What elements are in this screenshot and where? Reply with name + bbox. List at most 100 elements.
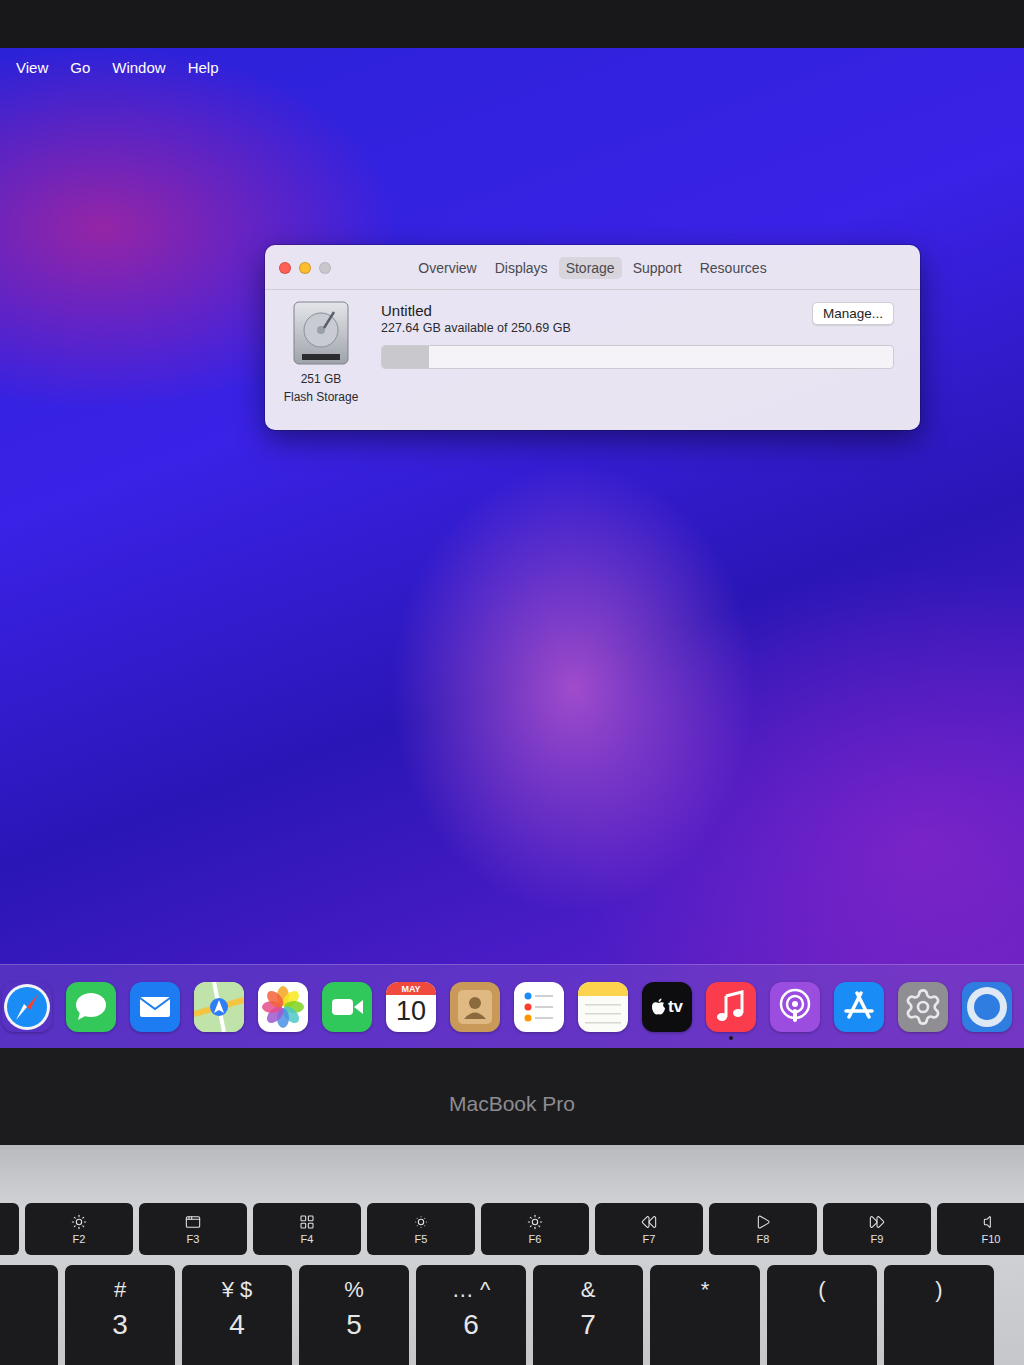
- dock-item[interactable]: [834, 974, 884, 1040]
- safari-tile[interactable]: [2, 982, 52, 1032]
- keyboard-light-up-icon: [527, 1214, 543, 1230]
- dock-item[interactable]: [706, 974, 756, 1040]
- number-key[interactable]: (: [767, 1265, 877, 1365]
- dock-item[interactable]: [2, 974, 52, 1040]
- music-tile[interactable]: [706, 982, 756, 1032]
- dock-item[interactable]: [66, 974, 116, 1040]
- dock-item[interactable]: tv: [642, 974, 692, 1040]
- app-store-icon: [834, 982, 884, 1032]
- number-key[interactable]: #3: [65, 1265, 175, 1365]
- calendar-icon[interactable]: MAY10: [386, 982, 436, 1032]
- menu-item[interactable]: View: [16, 59, 48, 79]
- function-key[interactable]: F6: [481, 1203, 589, 1255]
- disk-summary: 251 GBFlash Storage: [281, 298, 361, 404]
- function-row: F2 F3 F4F5F6F7F8 F9 F10: [0, 1203, 1024, 1255]
- running-indicator: [281, 1036, 285, 1040]
- dock-item[interactable]: [770, 974, 820, 1040]
- settings-tile[interactable]: [898, 982, 948, 1032]
- function-key[interactable]: F2: [25, 1203, 133, 1255]
- function-key[interactable]: F8: [709, 1203, 817, 1255]
- notes-tile[interactable]: [578, 982, 628, 1032]
- running-indicator: [153, 1036, 157, 1040]
- key-label: F9: [871, 1233, 884, 1245]
- menu-item[interactable]: Help: [188, 59, 219, 79]
- key-bottom-legend: 5: [346, 1309, 362, 1341]
- calendar-day: 10: [396, 995, 426, 1027]
- dock-item[interactable]: [450, 974, 500, 1040]
- function-key[interactable]: F9: [823, 1203, 931, 1255]
- key-bottom-legend: 7: [580, 1309, 596, 1341]
- key-top-legend: … ^: [452, 1277, 490, 1303]
- maps-icon: [194, 982, 244, 1032]
- menu-item[interactable]: Window: [112, 59, 165, 79]
- running-indicator: [921, 1036, 925, 1040]
- tab[interactable]: Storage: [559, 257, 622, 279]
- dock-item[interactable]: [514, 974, 564, 1040]
- tab[interactable]: Displays: [488, 257, 555, 279]
- zoom-button: [319, 262, 331, 274]
- key-label: F3: [187, 1233, 200, 1245]
- disk-detail: 227.64 GB available of 250.69 GB: [381, 321, 894, 335]
- number-key[interactable]: ¥ $4: [182, 1265, 292, 1365]
- number-key[interactable]: %5: [299, 1265, 409, 1365]
- facetime-tile[interactable]: [322, 982, 372, 1032]
- minimize-button[interactable]: [299, 262, 311, 274]
- contacts-tile[interactable]: [450, 982, 500, 1032]
- tv-label: tv: [668, 997, 683, 1017]
- photo-of-laptop: View Go Window Help OverviewDisplaysStorageS…: [0, 0, 1024, 1365]
- photos-tile[interactable]: [258, 982, 308, 1032]
- partial-tile[interactable]: [962, 982, 1012, 1032]
- mission-control-icon: [185, 1214, 201, 1230]
- desktop: [0, 90, 1024, 964]
- key-top-legend: &: [581, 1277, 596, 1303]
- hard-drive-icon: [288, 298, 354, 368]
- key-top-legend: %: [344, 1277, 364, 1303]
- maps-tile[interactable]: [194, 982, 244, 1032]
- messages-icon: [66, 982, 116, 1032]
- dock: MAY10 tv: [0, 964, 1024, 1048]
- number-key[interactable]: &7: [533, 1265, 643, 1365]
- number-key[interactable]: … ^6: [416, 1265, 526, 1365]
- title-bar: OverviewDisplaysStorageSupportResources: [265, 245, 920, 290]
- mute-icon: [983, 1214, 999, 1230]
- disk-type: Flash Storage: [284, 390, 359, 404]
- number-key[interactable]: *: [650, 1265, 760, 1365]
- function-key[interactable]: [0, 1203, 19, 1255]
- manage-button[interactable]: Manage...: [812, 302, 894, 325]
- dock-item[interactable]: [258, 974, 308, 1040]
- key-bottom-legend: 4: [229, 1309, 245, 1341]
- function-key[interactable]: F10: [937, 1203, 1024, 1255]
- tv-icon[interactable]: tv: [642, 982, 692, 1032]
- dock-item[interactable]: [130, 974, 180, 1040]
- tab[interactable]: Support: [626, 257, 689, 279]
- system-preferences-icon: [903, 987, 943, 1027]
- function-key[interactable]: F4: [253, 1203, 361, 1255]
- reminders-tile[interactable]: [514, 982, 564, 1032]
- dock-item[interactable]: [578, 974, 628, 1040]
- dock-item[interactable]: MAY10: [386, 974, 436, 1040]
- dock-item[interactable]: [322, 974, 372, 1040]
- tab[interactable]: Overview: [411, 257, 483, 279]
- appstore-tile[interactable]: [834, 982, 884, 1032]
- function-key[interactable]: F3: [139, 1203, 247, 1255]
- messages-tile[interactable]: [66, 982, 116, 1032]
- running-indicator: [89, 1036, 93, 1040]
- number-key[interactable]: ): [884, 1265, 994, 1365]
- tab-bar: OverviewDisplaysStorageSupportResources: [411, 257, 773, 279]
- close-button[interactable]: [279, 262, 291, 274]
- running-indicator: [601, 1036, 605, 1040]
- running-indicator: [857, 1036, 861, 1040]
- podcasts-icon: [770, 982, 820, 1032]
- tab[interactable]: Resources: [693, 257, 774, 279]
- dock-item[interactable]: [898, 974, 948, 1040]
- keyboard-light-down-icon: [413, 1214, 429, 1230]
- podcasts-tile[interactable]: [770, 982, 820, 1032]
- function-key[interactable]: F7: [595, 1203, 703, 1255]
- function-key[interactable]: F5: [367, 1203, 475, 1255]
- dock-item[interactable]: [194, 974, 244, 1040]
- key-top-legend: #: [114, 1277, 126, 1303]
- number-key[interactable]: [0, 1265, 58, 1365]
- mail-tile[interactable]: [130, 982, 180, 1032]
- dock-item[interactable]: [962, 974, 1012, 1040]
- menu-item[interactable]: Go: [70, 59, 90, 79]
